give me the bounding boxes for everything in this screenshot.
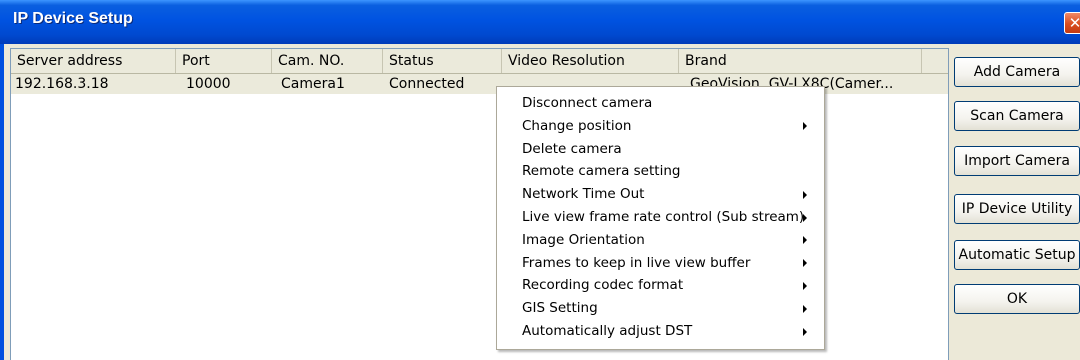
window-title: IP Device Setup bbox=[13, 10, 133, 27]
menu-item-label: Change position bbox=[522, 117, 632, 134]
context-menu: Disconnect camera Change position Delete… bbox=[496, 86, 825, 350]
cell-cam-no: Camera1 bbox=[281, 76, 345, 92]
close-icon[interactable]: ✕ bbox=[1064, 12, 1080, 34]
ip-device-setup-window: IP Device Setup ✕ Server address Port Ca… bbox=[0, 0, 1080, 360]
menu-item-label: Image Orientation bbox=[522, 231, 645, 248]
submenu-arrow-icon bbox=[803, 281, 807, 290]
menu-item-label: Network Time Out bbox=[522, 186, 645, 203]
cell-port: 10000 bbox=[186, 76, 231, 92]
menu-item-image-orientation[interactable]: Image Orientation bbox=[497, 229, 824, 252]
ok-button[interactable]: OK bbox=[954, 284, 1080, 314]
menu-item-gis-setting[interactable]: GIS Setting bbox=[497, 297, 824, 320]
menu-item-live-view-frame-rate[interactable]: Live view frame rate control (Sub stream… bbox=[497, 206, 824, 229]
menu-item-frames-to-keep[interactable]: Frames to keep in live view buffer bbox=[497, 252, 824, 275]
window-frame-left bbox=[0, 44, 4, 360]
menu-item-change-position[interactable]: Change position bbox=[497, 115, 824, 138]
menu-item-label: Remote camera setting bbox=[522, 163, 681, 180]
column-header-cam-no[interactable]: Cam. NO. bbox=[272, 49, 383, 73]
submenu-arrow-icon bbox=[803, 190, 807, 199]
column-header-video-resolution[interactable]: Video Resolution bbox=[502, 49, 679, 73]
menu-item-recording-codec-format[interactable]: Recording codec format bbox=[497, 274, 824, 297]
menu-item-network-time-out[interactable]: Network Time Out bbox=[497, 183, 824, 206]
menu-item-label: Recording codec format bbox=[522, 277, 684, 294]
menu-item-disconnect-camera[interactable]: Disconnect camera bbox=[497, 92, 824, 115]
submenu-arrow-icon bbox=[803, 236, 807, 245]
submenu-arrow-icon bbox=[803, 213, 807, 222]
cell-server-address: 192.168.3.18 bbox=[15, 76, 109, 92]
submenu-arrow-icon bbox=[803, 304, 807, 313]
menu-item-label: Live view frame rate control (Sub stream… bbox=[522, 209, 805, 225]
menu-item-remote-camera-setting[interactable]: Remote camera setting bbox=[497, 160, 824, 183]
column-header-server-address[interactable]: Server address bbox=[11, 49, 176, 73]
column-header-brand[interactable]: Brand bbox=[679, 49, 922, 73]
import-camera-button[interactable]: Import Camera bbox=[954, 146, 1080, 176]
ip-device-utility-button[interactable]: IP Device Utility bbox=[954, 194, 1080, 224]
menu-item-label: Automatically adjust DST bbox=[522, 323, 693, 339]
column-header-port[interactable]: Port bbox=[176, 49, 272, 73]
submenu-arrow-icon bbox=[803, 259, 807, 268]
add-camera-button[interactable]: Add Camera bbox=[954, 57, 1080, 87]
menu-item-delete-camera[interactable]: Delete camera bbox=[497, 138, 824, 161]
menu-item-label: GIS Setting bbox=[522, 300, 598, 317]
title-bar[interactable]: IP Device Setup ✕ bbox=[0, 0, 1080, 44]
automatic-setup-button[interactable]: Automatic Setup bbox=[954, 240, 1080, 270]
cell-status: Connected bbox=[389, 76, 465, 92]
submenu-arrow-icon bbox=[803, 122, 807, 131]
menu-item-label: Disconnect camera bbox=[522, 95, 653, 111]
menu-item-automatically-adjust-dst[interactable]: Automatically adjust DST bbox=[497, 320, 824, 343]
submenu-arrow-icon bbox=[803, 327, 807, 336]
scan-camera-button[interactable]: Scan Camera bbox=[954, 101, 1080, 131]
list-header: Server address Port Cam. NO. Status Vide… bbox=[11, 49, 948, 74]
menu-item-label: Frames to keep in live view buffer bbox=[522, 254, 751, 271]
column-header-status[interactable]: Status bbox=[383, 49, 502, 73]
menu-item-label: Delete camera bbox=[522, 140, 622, 157]
